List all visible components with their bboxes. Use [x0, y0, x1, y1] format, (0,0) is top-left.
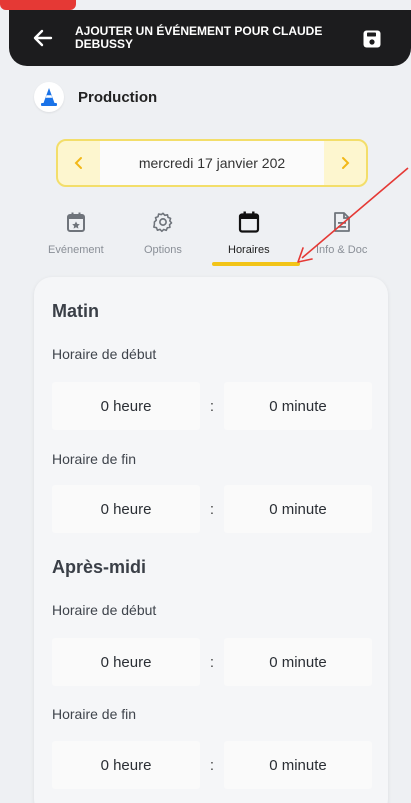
tab-info-doc[interactable]: Info & Doc	[316, 208, 367, 256]
time-separator: :	[209, 500, 215, 518]
afternoon-start-hour-field[interactable]: 0 heure	[52, 638, 200, 686]
top-red-tab	[0, 0, 76, 10]
save-button[interactable]	[359, 26, 385, 52]
tab-label: Evénement	[48, 244, 104, 256]
afternoon-end-hour-field[interactable]: 0 heure	[52, 741, 200, 789]
chevron-right-icon	[342, 157, 350, 169]
date-value[interactable]: mercredi 17 janvier 202	[100, 141, 324, 185]
next-date-button[interactable]	[324, 141, 366, 185]
morning-section-title: Matin	[52, 301, 99, 321]
time-separator: :	[209, 397, 215, 415]
morning-end-label: Horaire de fin	[52, 451, 137, 467]
production-logo	[34, 82, 64, 112]
afternoon-section-title: Après-midi	[52, 557, 147, 577]
calendar-star-icon	[66, 212, 85, 232]
date-picker: mercredi 17 janvier 202	[56, 139, 368, 187]
floppy-disk-icon	[363, 30, 381, 48]
morning-start-minute-field[interactable]: 0 minute	[224, 382, 372, 430]
time-separator: :	[209, 653, 215, 671]
afternoon-start-minute-field[interactable]: 0 minute	[224, 638, 372, 686]
morning-start-label: Horaire de début	[52, 346, 157, 362]
afternoon-end-label: Horaire de fin	[52, 706, 137, 722]
morning-start-hour-field[interactable]: 0 heure	[52, 382, 200, 430]
tab-bar: Evénement Options Horaires Info & Doc	[36, 208, 406, 268]
morning-end-minute-field[interactable]: 0 minute	[224, 485, 372, 533]
active-tab-indicator	[212, 262, 300, 266]
tab-label: Horaires	[228, 244, 270, 256]
morning-end-time: 0 heure : 0 minute	[52, 485, 372, 533]
production-label: Production	[78, 88, 158, 106]
traffic-cone-icon	[41, 88, 57, 106]
afternoon-end-minute-field[interactable]: 0 minute	[224, 741, 372, 789]
calendar-icon	[238, 211, 259, 233]
morning-start-time: 0 heure : 0 minute	[52, 382, 372, 430]
production-header: Production	[34, 82, 157, 112]
tab-horaires[interactable]: Horaires	[228, 208, 270, 256]
time-separator: :	[209, 756, 215, 774]
tab-label: Info & Doc	[316, 244, 368, 256]
tab-label: Options	[144, 244, 182, 256]
tab-evenement[interactable]: Evénement	[48, 208, 104, 256]
afternoon-end-time: 0 heure : 0 minute	[52, 741, 372, 789]
chevron-left-icon	[74, 157, 82, 169]
arrow-left-icon	[33, 29, 53, 47]
tab-options[interactable]: Options	[144, 208, 182, 256]
afternoon-start-time: 0 heure : 0 minute	[52, 638, 372, 686]
document-icon	[333, 212, 350, 232]
page-title: AJOUTER UN ÉVÉNEMENT POUR CLAUDE DEBUSSY	[75, 24, 323, 51]
app-bar: AJOUTER UN ÉVÉNEMENT POUR CLAUDE DEBUSSY	[9, 10, 411, 66]
back-button[interactable]	[23, 18, 63, 58]
previous-date-button[interactable]	[58, 141, 100, 185]
gear-icon	[153, 212, 173, 233]
schedule-card: Matin Horaire de début 0 heure : 0 minut…	[34, 277, 388, 803]
morning-end-hour-field[interactable]: 0 heure	[52, 485, 200, 533]
afternoon-start-label: Horaire de début	[52, 602, 157, 618]
